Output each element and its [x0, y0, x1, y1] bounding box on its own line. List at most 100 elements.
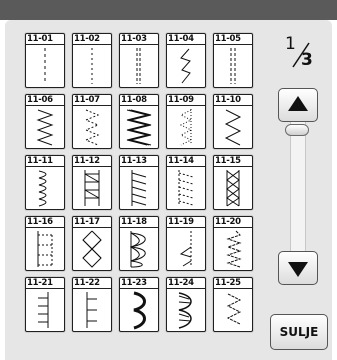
divider: [214, 44, 252, 45]
divider: [214, 105, 252, 106]
stitch-tile-11-02[interactable]: 11-02: [72, 33, 112, 88]
stitch-tile-11-14[interactable]: 11-14: [166, 155, 206, 210]
stitch-tile-11-08[interactable]: 11-08: [119, 94, 159, 149]
stitch-code: 11-14: [168, 156, 194, 166]
divider: [120, 166, 158, 167]
stitch-tile-11-07[interactable]: 11-07: [72, 94, 112, 149]
divider: [73, 227, 111, 228]
divider: [120, 288, 158, 289]
stitch-tile-11-13[interactable]: 11-13: [119, 155, 159, 210]
scroll-down-button[interactable]: [278, 251, 318, 285]
stitch-code: 11-03: [121, 34, 147, 44]
stitch-tile-11-04[interactable]: 11-04: [166, 33, 206, 88]
divider: [26, 44, 64, 45]
stitch-tile-11-01[interactable]: 11-01: [25, 33, 65, 88]
stitch-code: 11-18: [121, 217, 147, 227]
stitch-tile-11-15[interactable]: 11-15: [213, 155, 253, 210]
stitch-code: 11-09: [168, 95, 194, 105]
page-indicator: 1 3: [279, 34, 321, 74]
stitch-tile-11-12[interactable]: 11-12: [72, 155, 112, 210]
stitch-code: 11-08: [121, 95, 147, 105]
lightning-stitch-icon: [180, 48, 191, 84]
stitch-code: 11-19: [168, 217, 194, 227]
stitch-code: 11-15: [215, 156, 241, 166]
stitch-code: 11-04: [168, 34, 194, 44]
stitch-code: 11-21: [27, 278, 53, 288]
stitch-tile-11-18[interactable]: 11-18: [119, 216, 159, 271]
arrow-up-icon: [288, 96, 308, 111]
stitch-code: 11-06: [27, 95, 53, 105]
stitch-tile-11-09[interactable]: 11-09: [166, 94, 206, 149]
stitch-tile-11-24[interactable]: 11-24: [166, 277, 206, 332]
stitch-code: 11-25: [215, 278, 241, 288]
scallop-stitch-icon: [133, 291, 146, 330]
stitch-code: 11-22: [74, 278, 100, 288]
stitch-tile-11-17[interactable]: 11-17: [72, 216, 112, 271]
divider: [120, 105, 158, 106]
wide-zigzag-stitch-icon: [224, 109, 242, 146]
divider: [73, 288, 111, 289]
filled-scallop-stitch-icon: [178, 292, 192, 329]
ladder-stitch-icon: [84, 170, 100, 206]
stitch-tile-11-10[interactable]: 11-10: [213, 94, 253, 149]
divider: [167, 105, 205, 106]
stitch-tile-11-03[interactable]: 11-03: [119, 33, 159, 88]
stitch-code: 11-24: [168, 278, 194, 288]
scroll-up-button[interactable]: [278, 88, 318, 122]
dotted-zigzag-stitch-icon: [179, 109, 193, 146]
blind-stitch-icon: [179, 231, 192, 267]
slant-dotted-stitch-icon: [178, 170, 194, 206]
double-straight-stitch-icon: [230, 48, 236, 84]
stitch-tile-11-11[interactable]: 11-11: [25, 155, 65, 210]
stitch-code: 11-11: [27, 156, 53, 166]
step-stitch-icon: [86, 292, 97, 328]
divider: [73, 105, 111, 106]
stitch-tile-11-25[interactable]: 11-25: [213, 277, 253, 332]
divider: [73, 166, 111, 167]
divider: [26, 105, 64, 106]
arrow-down-icon: [288, 262, 308, 277]
stitch-code: 11-23: [121, 278, 147, 288]
stitch-selection-screen: 11-01 11-02 11-03 11-04 11-05 11-06 11-0…: [0, 0, 337, 360]
straight-stitch-icon: [44, 48, 46, 84]
dotted-zigzag-stitch-icon: [84, 109, 100, 146]
stitch-tile-11-20[interactable]: 11-20: [213, 216, 253, 271]
divider: [214, 227, 252, 228]
divider: [214, 166, 252, 167]
stitch-tile-11-05[interactable]: 11-05: [213, 33, 253, 88]
scrollbar-thumb[interactable]: [285, 124, 309, 136]
top-bar: [0, 0, 337, 20]
wave-stitch-icon: [226, 230, 242, 268]
divider: [26, 288, 64, 289]
diamond-stitch-icon: [82, 230, 102, 268]
comb-stitch-icon: [37, 231, 53, 267]
stitch-code: 11-07: [74, 95, 100, 105]
stitch-tile-11-22[interactable]: 11-22: [72, 277, 112, 332]
zigzag-stitch-icon: [36, 109, 54, 146]
stitch-code: 11-20: [215, 217, 241, 227]
triple-zigzag-stitch-icon: [126, 109, 152, 146]
stitch-tile-11-16[interactable]: 11-16: [25, 216, 65, 271]
honeycomb-stitch-icon: [129, 231, 146, 268]
stitch-code: 11-13: [121, 156, 147, 166]
divider: [26, 227, 64, 228]
divider: [167, 227, 205, 228]
divider: [120, 227, 158, 228]
stitch-tile-11-06[interactable]: 11-06: [25, 94, 65, 149]
stitch-code: 11-17: [74, 217, 100, 227]
straight-stitch-icon: [91, 48, 93, 84]
stitch-code: 11-01: [27, 34, 53, 44]
stitch-code: 11-02: [74, 34, 100, 44]
divider: [167, 288, 205, 289]
stitch-code: 11-16: [27, 217, 53, 227]
divider: [26, 166, 64, 167]
stitch-tile-11-21[interactable]: 11-21: [25, 277, 65, 332]
divider: [167, 44, 205, 45]
stitch-tile-11-23[interactable]: 11-23: [119, 277, 159, 332]
zigzag-stitch-icon: [226, 293, 242, 325]
stitch-tile-11-19[interactable]: 11-19: [166, 216, 206, 271]
triple-straight-stitch-icon: [136, 48, 141, 84]
slant-stitch-icon: [131, 170, 147, 206]
close-button[interactable]: SULJE: [270, 314, 328, 350]
divider: [120, 44, 158, 45]
